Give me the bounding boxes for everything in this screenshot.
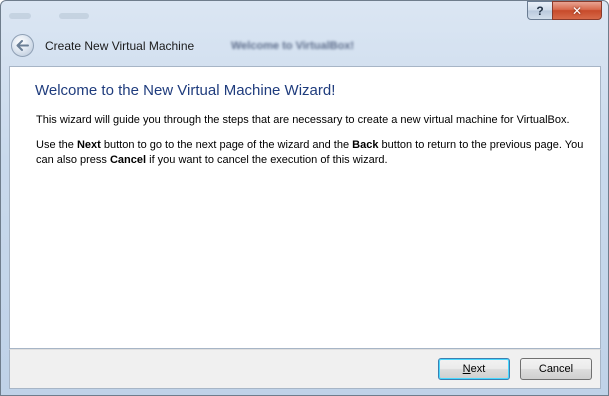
close-button[interactable]: ✕ <box>552 1 602 20</box>
back-keyword: Back <box>352 139 379 151</box>
wizard-window: ? ✕ Create New Virtual Machine Welcome t… <box>0 0 609 396</box>
instructions-paragraph: Use the Next button to go to the next pa… <box>36 138 596 168</box>
back-arrow-glyph <box>16 40 29 51</box>
back-arrow-icon[interactable] <box>11 34 34 57</box>
next-mnemonic: N <box>462 363 471 375</box>
wizard-title: Create New Virtual Machine <box>45 39 195 53</box>
next-label: ext <box>470 363 486 375</box>
instructions-text: Use the <box>36 139 77 151</box>
cancel-keyword: Cancel <box>109 154 147 166</box>
background-menu-blur <box>9 13 31 19</box>
next-button[interactable]: Next <box>438 358 510 380</box>
wizard-content-panel: Welcome to the New Virtual Machine Wizar… <box>9 66 601 349</box>
wizard-header: Create New Virtual Machine Welcome to Vi… <box>1 29 608 63</box>
page-heading: Welcome to the New Virtual Machine Wizar… <box>35 82 336 99</box>
background-menu-blur <box>59 13 89 19</box>
help-button[interactable]: ? <box>527 1 553 20</box>
instructions-text: button to go to the next page of the wiz… <box>100 139 353 151</box>
intro-paragraph: This wizard will guide you through the s… <box>36 114 570 126</box>
next-keyword: Next <box>76 139 101 151</box>
instructions-text: if you want to cancel the execution of t… <box>146 154 388 166</box>
wizard-footer: Next Cancel <box>9 349 601 389</box>
cancel-button[interactable]: Cancel <box>520 358 592 380</box>
background-window-title: Welcome to VirtualBox! <box>231 40 355 52</box>
